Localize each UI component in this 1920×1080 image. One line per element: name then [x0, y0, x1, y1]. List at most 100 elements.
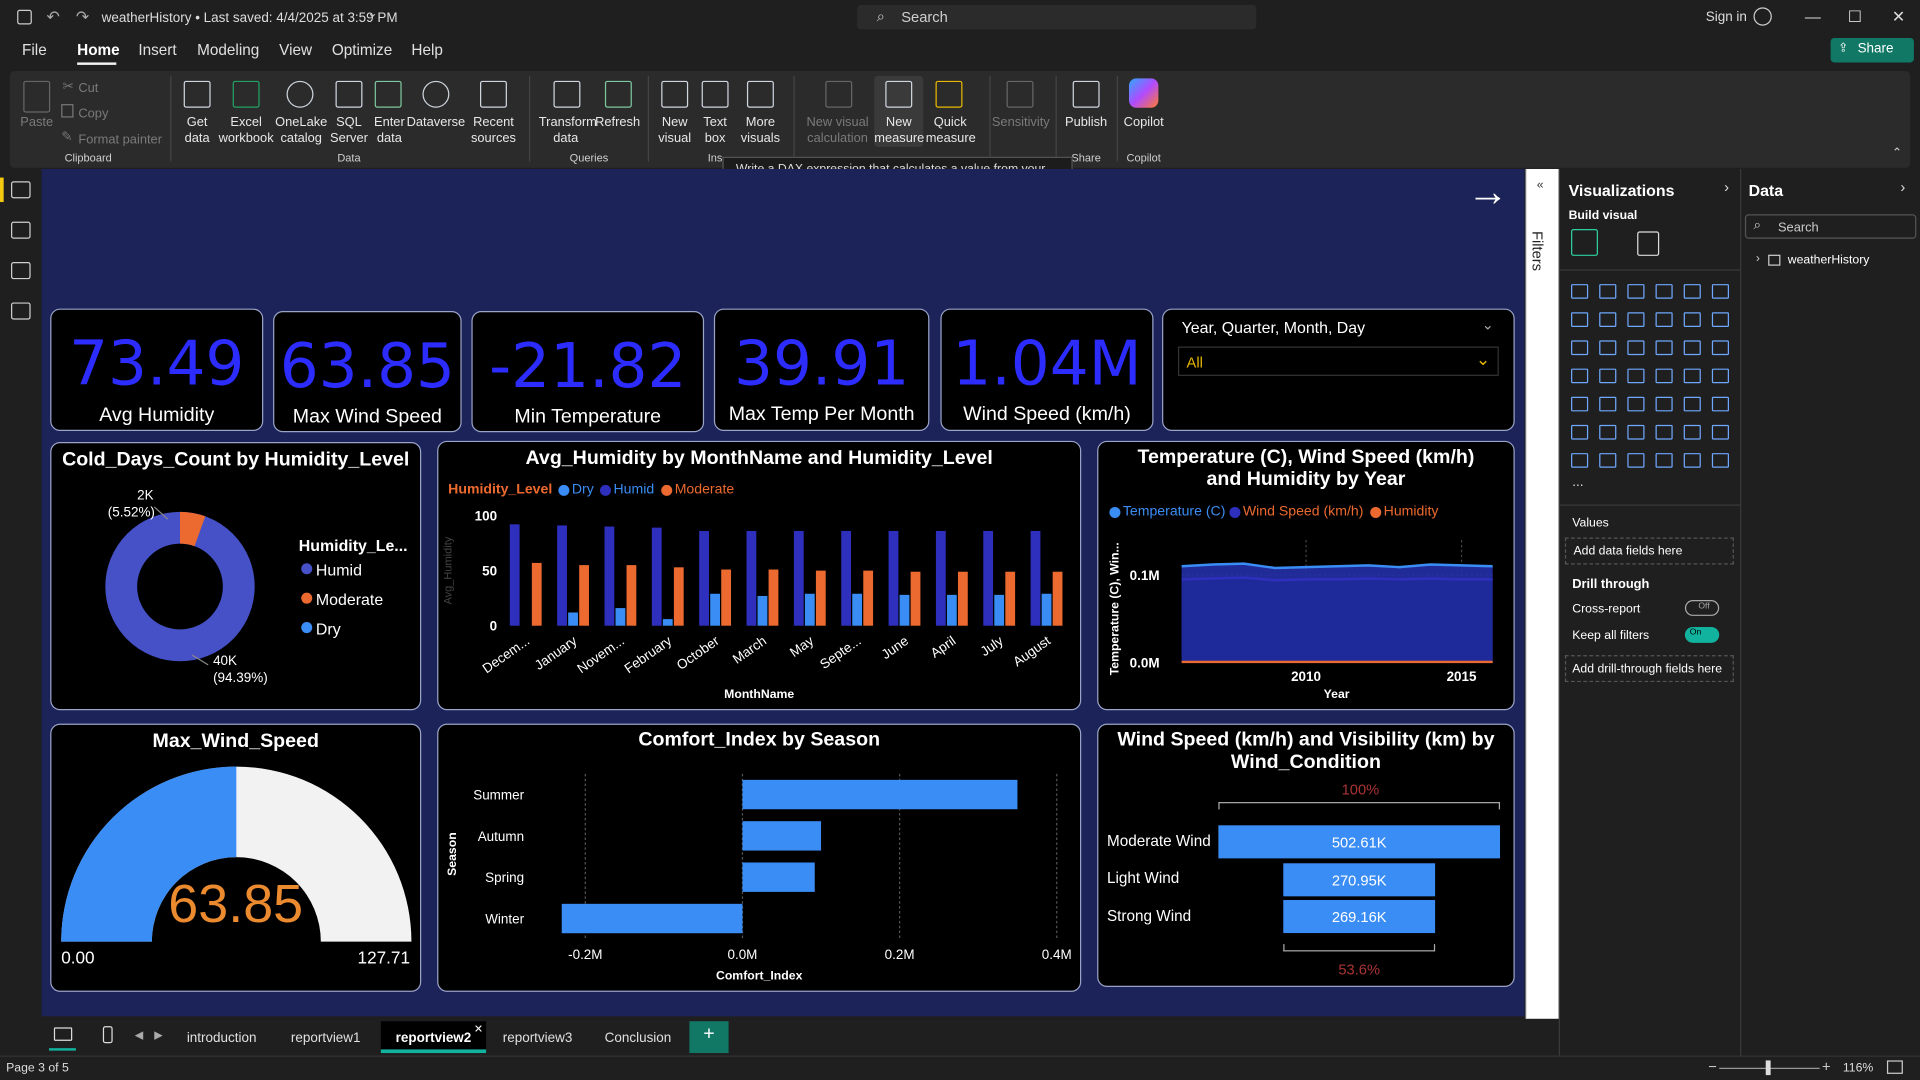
get-data-button[interactable]: Get data	[176, 115, 218, 147]
line-column-visual-icon[interactable]	[1683, 312, 1701, 327]
multi-card-visual-icon[interactable]	[1571, 396, 1589, 412]
humidity-column-chart-card[interactable]: Avg_Humidity by MonthName and Humidity_L…	[437, 440, 1082, 711]
card-visual-icon[interactable]	[1711, 368, 1729, 384]
power-automate-visual-icon[interactable]	[1627, 453, 1645, 468]
pie-visual-icon[interactable]	[1683, 340, 1701, 356]
menu-file[interactable]: File	[22, 42, 47, 59]
sql-server-button[interactable]: SQL Server	[328, 115, 370, 147]
build-visual-tab-icon[interactable]	[1571, 228, 1598, 256]
data-search-input[interactable]: ⌕ Search	[1744, 214, 1917, 239]
share-button[interactable]: Share ⇪	[1830, 37, 1914, 63]
menu-insert[interactable]: Insert	[138, 42, 176, 59]
dataverse-button[interactable]: Dataverse	[407, 115, 466, 131]
more-2-visual-icon[interactable]	[1683, 453, 1701, 468]
close-tab-icon[interactable]: ✕	[474, 1022, 483, 1035]
undo-icon[interactable]: ↶	[47, 7, 60, 27]
donut-chart-card[interactable]: Cold_Days_Count by Humidity_Level 2K (5.…	[50, 442, 422, 711]
menu-help[interactable]: Help	[411, 42, 442, 59]
collapse-viz-icon[interactable]: ›	[1724, 179, 1729, 196]
qa-visual-icon[interactable]	[1655, 424, 1673, 440]
copy-button[interactable]: Copy	[78, 107, 108, 123]
desktop-layout-icon[interactable]	[53, 1027, 73, 1041]
waterfall-visual-icon[interactable]	[1599, 340, 1617, 356]
new-visual-calculation-button[interactable]: New visual calculation	[803, 115, 872, 147]
slicer-visual-icon[interactable]	[1627, 396, 1645, 412]
decomposition-visual-icon[interactable]	[1627, 424, 1645, 440]
text-box-button[interactable]: Text box	[698, 115, 732, 147]
fit-to-page-icon[interactable]	[1886, 1060, 1903, 1074]
gauge-visual-icon[interactable]	[1683, 368, 1701, 384]
clustered-column-visual-icon[interactable]	[1655, 284, 1673, 299]
save-icon[interactable]	[17, 9, 32, 25]
keep-filters-toggle[interactable]: On	[1684, 626, 1720, 643]
scatter-visual-icon[interactable]	[1655, 340, 1673, 356]
stacked-area-visual-icon[interactable]	[1627, 312, 1645, 327]
table-visual-icon[interactable]	[1655, 396, 1673, 412]
zoom-slider-thumb[interactable]	[1765, 1060, 1771, 1076]
recent-sources-button[interactable]: Recent sources	[468, 115, 519, 147]
wind-funnel-card[interactable]: Wind Speed (km/h) and Visibility (km) by…	[1097, 723, 1515, 987]
avatar-icon[interactable]	[1753, 7, 1772, 26]
date-slicer[interactable]: Year, Quarter, Month, Day ⌄ All ⌄	[1162, 308, 1515, 432]
kpi-card-max-wind-speed[interactable]: 63.85 Max Wind Speed	[273, 311, 462, 433]
100-area-visual-icon[interactable]	[1655, 312, 1673, 327]
more-3-visual-icon[interactable]	[1711, 453, 1729, 468]
cut-button[interactable]: Cut	[78, 81, 98, 97]
slicer-collapse-icon[interactable]: ⌄	[1482, 316, 1494, 333]
sensitivity-button[interactable]: Sensitivity	[992, 115, 1050, 131]
metrics-visual-icon[interactable]	[1711, 424, 1729, 440]
expand-filters-icon[interactable]: «	[1537, 179, 1544, 192]
map-visual-icon[interactable]	[1599, 368, 1617, 384]
onelake-catalog-button[interactable]: OneLake catalog	[274, 115, 328, 147]
kpi-card-avg-humidity[interactable]: 73.49 Avg Humidity	[50, 308, 264, 432]
100-column-visual-icon[interactable]	[1711, 284, 1729, 299]
line-column-2-visual-icon[interactable]	[1711, 312, 1729, 327]
menu-modeling[interactable]: Modeling	[197, 42, 259, 59]
copilot-button[interactable]: Copilot	[1119, 115, 1168, 131]
cross-report-toggle[interactable]: Off	[1684, 600, 1720, 616]
close-window-button[interactable]: ✕	[1892, 7, 1905, 27]
menu-optimize[interactable]: Optimize	[332, 42, 392, 59]
refresh-button[interactable]: Refresh	[595, 115, 640, 131]
power-apps-visual-icon[interactable]	[1599, 453, 1617, 468]
line-visual-icon[interactable]	[1571, 312, 1589, 327]
filters-pane-collapsed[interactable]: « Filters	[1525, 168, 1559, 1019]
publish-button[interactable]: Publish	[1063, 115, 1110, 131]
zoom-out-button[interactable]: −	[1708, 1058, 1717, 1075]
model-view-icon[interactable]	[11, 262, 31, 280]
excel-workbook-button[interactable]: Excel workbook	[218, 115, 274, 147]
azure-map-visual-icon[interactable]	[1655, 368, 1673, 384]
minimize-button[interactable]: —	[1805, 7, 1821, 25]
r-script-visual-icon[interactable]	[1711, 396, 1729, 412]
global-search[interactable]: ⌕ Search	[857, 4, 1257, 30]
python-visual-icon[interactable]	[1571, 424, 1589, 440]
redo-icon[interactable]: ↷	[76, 7, 89, 27]
dax-query-view-icon[interactable]	[11, 302, 31, 320]
transform-data-button[interactable]: Transform data	[539, 115, 597, 147]
page-tab-conclusion[interactable]: Conclusion	[593, 1021, 684, 1053]
area-visual-icon[interactable]	[1599, 312, 1617, 327]
collapse-data-icon[interactable]: ›	[1900, 179, 1905, 196]
stacked-bar-visual-icon[interactable]	[1571, 284, 1589, 299]
expand-table-icon[interactable]: ›	[1756, 252, 1760, 265]
collapse-ribbon-icon[interactable]: ⌃	[1892, 147, 1902, 160]
format-painter-button[interactable]: Format painter	[78, 132, 162, 148]
quick-measure-button[interactable]: Quick measure	[926, 115, 976, 147]
comfort-bar-chart-card[interactable]: Comfort_Index by Season Season Comfort_I…	[437, 723, 1082, 992]
narrative-visual-icon[interactable]	[1683, 424, 1701, 440]
kpi-card-min-temperature[interactable]: -21.82 Min Temperature	[471, 311, 705, 433]
menu-home[interactable]: Home	[77, 42, 120, 59]
page-tab-introduction[interactable]: introduction	[174, 1021, 270, 1053]
new-measure-button[interactable]: New measure	[874, 115, 924, 147]
more-1-visual-icon[interactable]	[1655, 453, 1673, 468]
filled-map-visual-icon[interactable]	[1627, 368, 1645, 384]
stacked-column-visual-icon[interactable]	[1599, 284, 1617, 299]
page-tab-reportview2[interactable]: reportview2	[380, 1021, 487, 1054]
add-data-fields-well[interactable]: Add data fields here	[1564, 537, 1734, 565]
treemap-visual-icon[interactable]	[1571, 368, 1589, 384]
matrix-visual-icon[interactable]	[1683, 396, 1701, 412]
table-view-icon[interactable]	[11, 221, 31, 239]
page-tab-reportview1[interactable]: reportview1	[277, 1021, 375, 1053]
temperature-area-chart-card[interactable]: Temperature (C), Wind Speed (km/h) and H…	[1097, 440, 1515, 711]
key-influencers-visual-icon[interactable]	[1599, 424, 1617, 440]
